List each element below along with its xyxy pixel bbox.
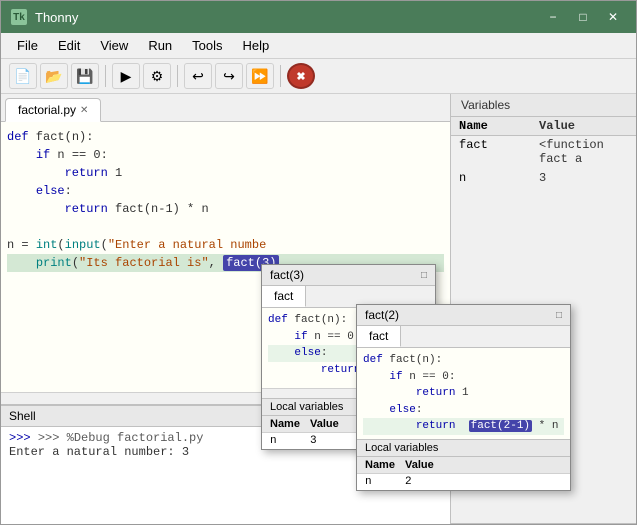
- menu-tools[interactable]: Tools: [184, 35, 230, 56]
- app-icon: Tk: [11, 9, 27, 25]
- fact3-var-header-name: Name: [270, 418, 310, 430]
- var-header-name: Name: [459, 119, 539, 133]
- fact2-tab-bar: fact: [357, 326, 570, 348]
- open-button[interactable]: 📂: [40, 63, 68, 89]
- menu-edit[interactable]: Edit: [50, 35, 88, 56]
- var-name-n: n: [459, 171, 539, 185]
- fact2-line-5: return fact(2-1) * n: [363, 418, 564, 435]
- editor-tab-factorial[interactable]: factorial.py ✕: [5, 98, 101, 122]
- toolbar-separator-2: [177, 65, 178, 87]
- fact3-close-icon[interactable]: □: [421, 270, 427, 281]
- fact2-window: fact(2) □ fact def fact(n): if n == 0: r…: [356, 304, 571, 491]
- shell-output-1: Enter a natural number: 3: [9, 445, 189, 459]
- shell-command-1: >>> %Debug factorial.py: [38, 431, 204, 445]
- var-value-n: 3: [539, 171, 628, 185]
- var-name-fact: fact: [459, 138, 539, 166]
- debug-button[interactable]: ⚙: [143, 63, 171, 89]
- stop-button[interactable]: ✖: [287, 63, 315, 89]
- menu-view[interactable]: View: [92, 35, 136, 56]
- variables-header: Name Value: [451, 117, 636, 136]
- step-out-button[interactable]: ⏩: [246, 63, 274, 89]
- close-button[interactable]: ✕: [600, 8, 626, 26]
- code-line-7: n = int(input("Enter a natural numbe: [7, 236, 444, 254]
- fact2-local-vars-title: Local variables: [357, 440, 570, 457]
- fact2-var-header-value: Value: [405, 459, 562, 471]
- fact2-var-row-n: n 2: [357, 474, 570, 490]
- step-into-button[interactable]: ↪: [215, 63, 243, 89]
- step-over-button[interactable]: ↩: [184, 63, 212, 89]
- save-button[interactable]: 💾: [71, 63, 99, 89]
- menu-help[interactable]: Help: [235, 35, 278, 56]
- code-line-1: def fact(n):: [7, 128, 444, 146]
- fact2-var-value-n: 2: [405, 476, 562, 488]
- tab-label: factorial.py: [18, 103, 76, 117]
- menu-file[interactable]: File: [9, 35, 46, 56]
- menu-run[interactable]: Run: [140, 35, 180, 56]
- fact2-close-icon[interactable]: □: [556, 310, 562, 321]
- maximize-button[interactable]: □: [570, 8, 596, 26]
- fact2-editor[interactable]: def fact(n): if n == 0: return 1 else: r…: [357, 348, 570, 439]
- variables-panel-title: Variables: [451, 94, 636, 117]
- fact3-title-bar: fact(3) □: [262, 265, 435, 286]
- var-header-value: Value: [539, 119, 628, 133]
- fact2-highlight-span: fact(2-1): [469, 420, 532, 432]
- code-line-3: return 1: [7, 164, 444, 182]
- minimize-button[interactable]: −: [540, 8, 566, 26]
- title-controls: − □ ✕: [540, 8, 626, 26]
- main-area: factorial.py ✕ def fact(n): if n == 0: r…: [1, 94, 636, 524]
- var-value-fact: <function fact a: [539, 138, 628, 166]
- title-bar: Tk Thonny − □ ✕: [1, 1, 636, 33]
- var-row-n: n 3: [451, 169, 636, 188]
- code-line-6: [7, 218, 444, 236]
- fact3-var-name-n: n: [270, 435, 310, 447]
- fact2-var-header: Name Value: [357, 457, 570, 474]
- toolbar: 📄 📂 💾 ▶ ⚙ ↩ ↪ ⏩ ✖: [1, 59, 636, 94]
- shell-prompt-1: >>>: [9, 431, 38, 445]
- run-button[interactable]: ▶: [112, 63, 140, 89]
- editor-tab-bar: factorial.py ✕: [1, 94, 450, 122]
- main-window: Tk Thonny − □ ✕ File Edit View Run Tools…: [0, 0, 637, 525]
- fact3-title-text: fact(3): [270, 268, 304, 282]
- fact2-title-bar: fact(2) □: [357, 305, 570, 326]
- fact2-var-section: Local variables Name Value n 2: [357, 439, 570, 490]
- tab-close-icon[interactable]: ✕: [80, 105, 88, 116]
- fact2-tab[interactable]: fact: [357, 326, 401, 347]
- toolbar-separator-1: [105, 65, 106, 87]
- title-bar-left: Tk Thonny: [11, 9, 78, 25]
- window-title: Thonny: [35, 10, 78, 25]
- fact2-var-header-name: Name: [365, 459, 405, 471]
- fact2-line-2: if n == 0:: [363, 369, 564, 386]
- fact2-line-4: else:: [363, 402, 564, 419]
- fact2-title-text: fact(2): [365, 308, 399, 322]
- fact2-var-name-n: n: [365, 476, 405, 488]
- code-line-4: else:: [7, 182, 444, 200]
- toolbar-separator-3: [280, 65, 281, 87]
- new-file-button[interactable]: 📄: [9, 63, 37, 89]
- code-line-5: return fact(n-1) * n: [7, 200, 444, 218]
- code-line-2: if n == 0:: [7, 146, 444, 164]
- fact2-line-3: return 1: [363, 385, 564, 402]
- var-row-fact: fact <function fact a: [451, 136, 636, 169]
- fact3-tab[interactable]: fact: [262, 286, 306, 307]
- fact2-line-1: def fact(n):: [363, 352, 564, 369]
- menu-bar: File Edit View Run Tools Help: [1, 33, 636, 59]
